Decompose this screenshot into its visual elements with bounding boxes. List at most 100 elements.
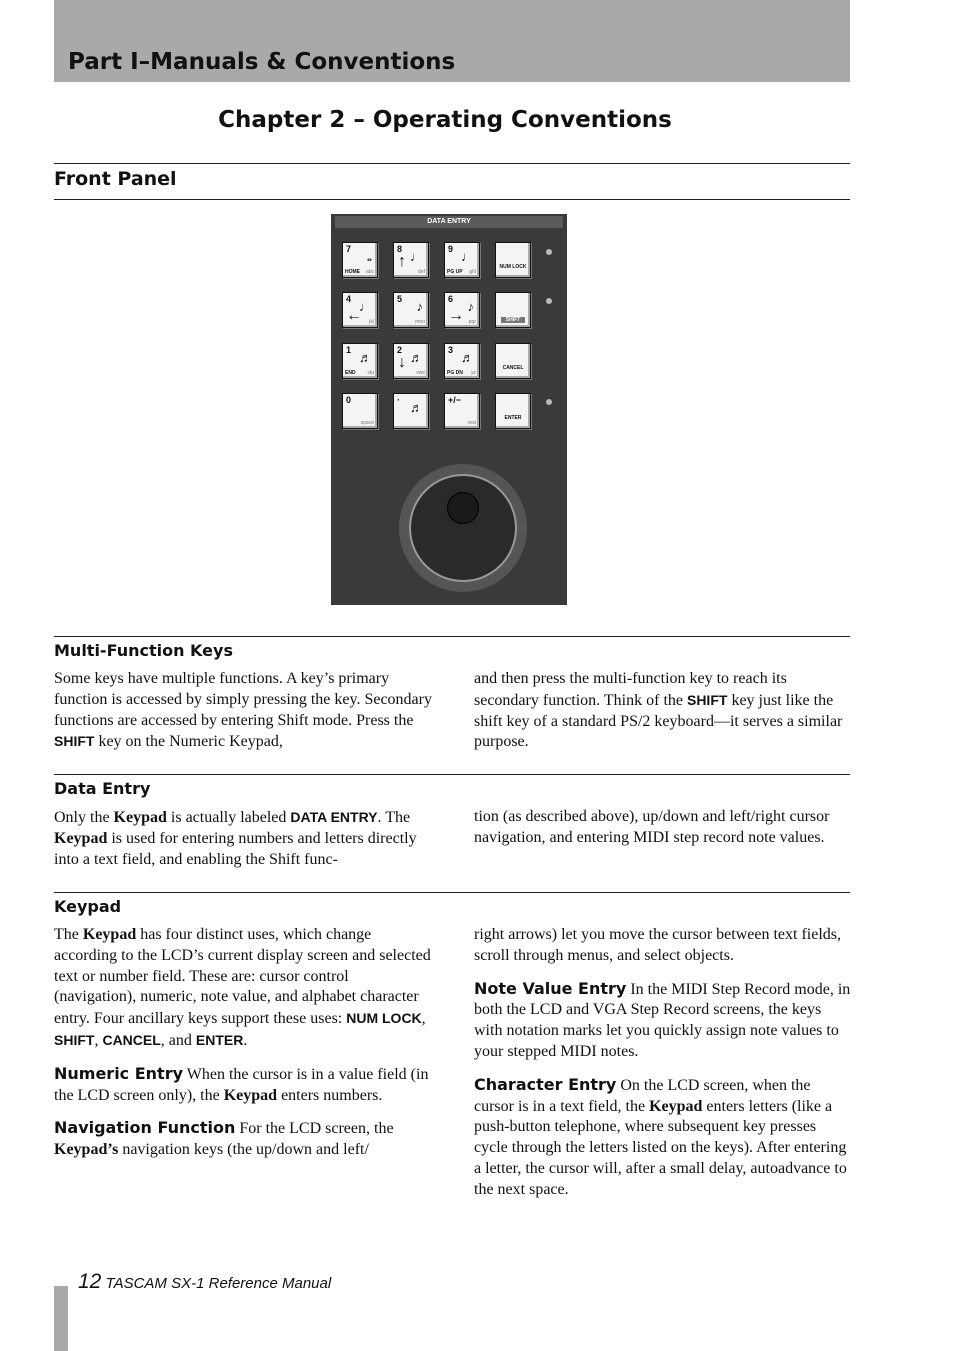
text-run: The xyxy=(54,926,83,943)
key-letters: pqr xyxy=(468,319,476,325)
keypad-key: SHIFT xyxy=(495,292,531,328)
key-label: NUM LOCK xyxy=(499,264,527,270)
key-letters: jkl xyxy=(369,319,374,325)
paragraph: and then press the multi-function key to… xyxy=(474,669,852,753)
text-run: Only the xyxy=(54,809,114,826)
manual-title: TASCAM SX-1 Reference Manual xyxy=(105,1275,332,1292)
text-run: tion (as described above), up/down and l… xyxy=(474,808,830,846)
note-icon: ♬ xyxy=(410,400,423,415)
key-letters: vwx xyxy=(416,370,425,376)
text-column-right: and then press the multi-function key to… xyxy=(474,669,852,765)
text-column-left: Some keys have multiple functions. A key… xyxy=(54,669,432,765)
key-number: · xyxy=(397,395,400,405)
note-icon: 𝅝 xyxy=(366,249,372,264)
key-letters: abc xyxy=(365,269,374,275)
key-label: SHIFT xyxy=(501,317,525,323)
note-icon: ♬ xyxy=(359,350,372,365)
text-run: SHIFT xyxy=(54,733,95,750)
run-in-heading: Note Value Entry xyxy=(474,978,627,998)
text-run: key on the Numeric Keypad, xyxy=(94,733,283,751)
paragraph: right arrows) let you move the cursor be… xyxy=(474,925,852,967)
key-number: 7 xyxy=(346,244,352,254)
arrow-icon: ↑ xyxy=(398,253,406,270)
key-secondary: PG DN xyxy=(447,370,463,376)
key-number: 0 xyxy=(346,395,352,405)
subsection-title: Data Entry xyxy=(54,779,151,798)
divider xyxy=(54,636,850,637)
text-run: is actually labeled xyxy=(166,809,291,826)
arrow-icon: ← xyxy=(346,307,362,324)
text-run: Keypad xyxy=(649,1097,703,1115)
keypad-key: 6 pqr ♪ → xyxy=(444,292,480,328)
text-column-right: tion (as described above), up/down and l… xyxy=(474,807,852,861)
text-column-right: right arrows) let you move the cursor be… xyxy=(474,925,852,1213)
keypad-key: 3 yz PG DN ♬ xyxy=(444,343,480,379)
key-letters: ghi xyxy=(469,269,476,275)
paragraph: The Keypad has four distinct uses, which… xyxy=(54,925,432,1052)
subsection-title: Multi-Function Keys xyxy=(54,641,233,660)
paragraph: Note Value Entry In the MIDI Step Record… xyxy=(474,979,852,1063)
keypad-key: 5 mno ♪ xyxy=(393,292,429,328)
text-run: right arrows) let you move the cursor be… xyxy=(474,926,841,964)
text-run: enters numbers. xyxy=(277,1086,383,1104)
divider xyxy=(54,774,850,775)
text-column-left: Only the Keypad is actually labeled DATA… xyxy=(54,807,432,882)
text-run: Keypad xyxy=(223,1086,278,1104)
led-indicator xyxy=(546,249,552,255)
text-run: For the LCD screen, the xyxy=(235,1120,394,1138)
key-letters: def xyxy=(418,269,425,275)
led-indicator xyxy=(546,298,552,304)
key-number: 9 xyxy=(448,244,454,254)
keypad-key: 1 stu END ♬ xyxy=(342,343,378,379)
led-indicator xyxy=(546,399,552,405)
key-label: ENTER xyxy=(504,415,522,421)
text-run: DATA ENTRY xyxy=(290,809,378,825)
keypad-key: 7 abc HOME 𝅝 xyxy=(342,242,378,278)
keypad-key: ENTER xyxy=(495,393,531,429)
keypad-key: 0 space xyxy=(342,393,378,429)
keypad-key: 2 vwx ♬ ↓ xyxy=(393,343,429,379)
run-in-heading: Character Entry xyxy=(474,1074,617,1094)
panel-label: DATA ENTRY xyxy=(335,216,563,228)
key-number: 5 xyxy=(397,294,403,304)
arrow-icon: → xyxy=(448,307,464,324)
chapter-title: Chapter 2 – Operating Conventions xyxy=(218,107,672,133)
text-run: NUM LOCK xyxy=(346,1010,422,1027)
key-letters: yz xyxy=(471,370,476,376)
note-icon: ♬ xyxy=(461,350,474,365)
text-run: Keypad xyxy=(54,829,108,847)
key-secondary: PG UP xyxy=(447,269,463,275)
keypad-key: 9 ghi PG UP ♩ xyxy=(444,242,480,278)
key-number: 3 xyxy=(448,345,454,355)
keypad-key: +/− rest xyxy=(444,393,480,429)
key-number: 4 xyxy=(346,294,352,304)
footer: 12 TASCAM SX-1 Reference Manual xyxy=(78,1270,331,1294)
key-letters: mno xyxy=(415,319,425,325)
text-column-left: The Keypad has four distinct uses, which… xyxy=(54,925,432,1173)
data-entry-panel-image: DATA ENTRY 7 abc HOME 𝅝 8 def ♩ ↑ 9 ghi PG UP ♩ NUM … xyxy=(331,214,567,605)
keypad-key: NUM LOCK xyxy=(495,242,531,278)
paragraph: Only the Keypad is actually labeled DATA… xyxy=(54,807,432,870)
key-label: CANCEL xyxy=(502,365,524,371)
paragraph: Character Entry On the LCD screen, when … xyxy=(474,1075,852,1201)
key-secondary: END xyxy=(345,370,356,376)
keypad-key: 4 jkl ♩ ← xyxy=(342,292,378,328)
paragraph: Numeric Entry When the cursor is in a va… xyxy=(54,1064,432,1107)
text-run: Keypad xyxy=(113,809,167,826)
footer-band xyxy=(54,1286,68,1351)
text-run: , xyxy=(421,1010,426,1028)
text-run: is used for entering numbers and letters… xyxy=(54,829,417,868)
text-run: Some keys have multiple functions. A key… xyxy=(54,670,432,729)
key-letters: stu xyxy=(367,370,374,376)
page-number: 12 xyxy=(78,1270,102,1293)
note-icon: ♪ xyxy=(467,299,475,314)
key-secondary: HOME xyxy=(345,269,360,275)
text-run: , and xyxy=(160,1031,196,1049)
run-in-heading: Numeric Entry xyxy=(54,1063,184,1083)
text-run: . The xyxy=(377,809,411,826)
note-icon: ♩ xyxy=(461,249,474,264)
text-run: . xyxy=(243,1031,248,1049)
text-run: ENTER xyxy=(195,1031,244,1048)
key-letters: rest xyxy=(467,420,476,426)
divider xyxy=(54,163,850,164)
